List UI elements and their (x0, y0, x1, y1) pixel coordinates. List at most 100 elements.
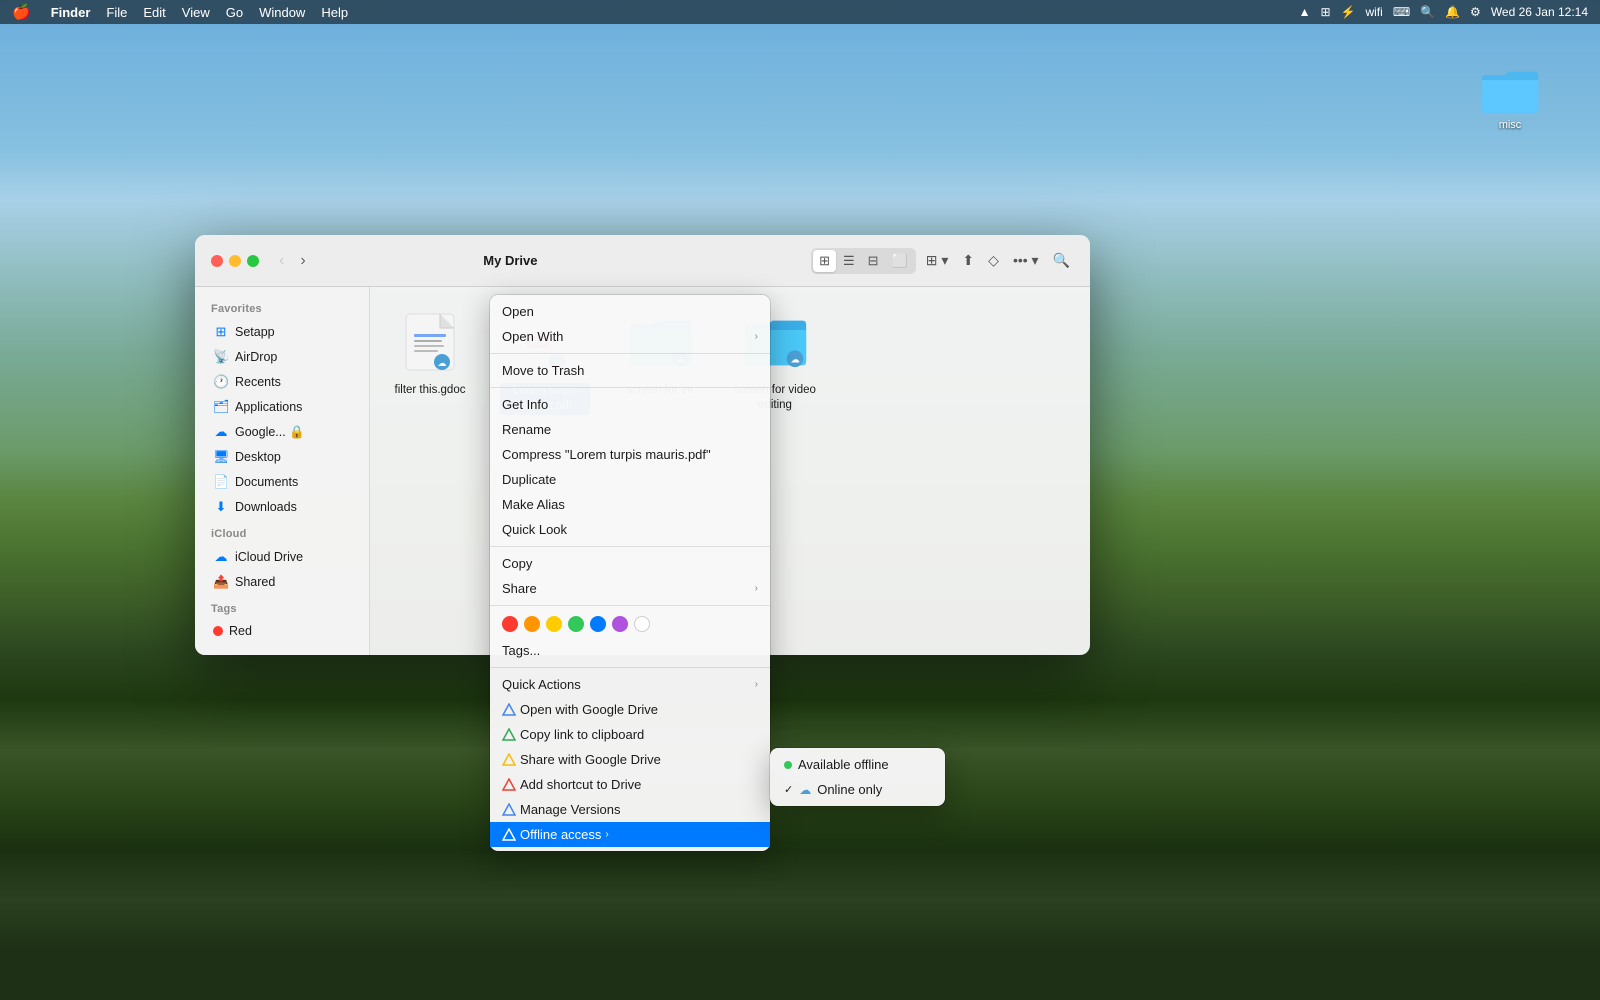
google-drive-sidebar-icon: ☁ (213, 424, 229, 440)
tag-purple[interactable] (612, 616, 628, 632)
desktop-folder-misc[interactable]: misc (1480, 65, 1540, 131)
sidebar-section-icloud: iCloud (195, 520, 369, 544)
tag-green[interactable] (568, 616, 584, 632)
ctx-color-tags (490, 610, 770, 638)
ctx-manage-versions-label: Manage Versions (520, 802, 620, 817)
menubar: 🍎 Finder File Edit View Go Window Help ▲… (0, 0, 1600, 24)
menubar-edit[interactable]: Edit (143, 5, 165, 20)
sidebar-item-setapp[interactable]: ⊞ Setapp (201, 320, 363, 344)
tag-orange[interactable] (524, 616, 540, 632)
gdrive-icon-offline (502, 828, 516, 842)
sidebar-item-downloads[interactable]: ⬇ Downloads (201, 495, 363, 519)
ctx-move-trash-label: Move to Trash (502, 363, 758, 378)
tag-none[interactable] (634, 616, 650, 632)
menubar-cmd-icon: ⊞ (1320, 5, 1330, 19)
online-only-check: ✓ (784, 783, 793, 796)
tag-blue[interactable] (590, 616, 606, 632)
ctx-open-gdrive-label: Open with Google Drive (520, 702, 658, 717)
ctx-get-info[interactable]: Get Info (490, 392, 770, 417)
gdoc-filename: filter this.gdoc (395, 383, 466, 398)
sidebar-item-documents[interactable]: 📄 Documents (201, 470, 363, 494)
ctx-sep-1 (490, 353, 770, 354)
sidebar-item-recents[interactable]: 🕐 Recents (201, 370, 363, 394)
sidebar-section-favorites: Favorites (195, 295, 369, 319)
ctx-move-trash[interactable]: Move to Trash (490, 358, 770, 383)
ctx-share-gdrive[interactable]: Share with Google Drive (490, 747, 770, 772)
view-icon-btn[interactable]: ⊞ (813, 250, 836, 272)
ctx-duplicate[interactable]: Duplicate (490, 467, 770, 492)
menubar-go[interactable]: Go (226, 5, 243, 20)
gdoc-file-icon: ☁ (404, 312, 456, 372)
ctx-sep-3 (490, 546, 770, 547)
forward-button[interactable]: › (296, 251, 309, 271)
ctx-duplicate-label: Duplicate (502, 472, 758, 487)
offline-online-only[interactable]: ✓ ☁ Online only (770, 777, 945, 802)
ctx-rename[interactable]: Rename (490, 417, 770, 442)
desktop-folder-label: misc (1499, 119, 1522, 131)
ctx-make-alias[interactable]: Make Alias (490, 492, 770, 517)
menubar-control-center[interactable]: ⚙ (1470, 5, 1481, 19)
ctx-open-label: Open (502, 304, 758, 319)
tag-button[interactable]: ◇ (984, 248, 1003, 273)
ctx-share-gdrive-label: Share with Google Drive (520, 752, 661, 767)
ctx-offline-access[interactable]: Offline access › (490, 822, 770, 847)
more-button[interactable]: ••• ▾ (1009, 248, 1043, 273)
search-button[interactable]: 🔍 (1049, 248, 1074, 273)
view-gallery-btn[interactable]: ⬜ (886, 250, 914, 272)
sidebar-item-desktop[interactable]: 🖥 Desktop (201, 445, 363, 469)
finder-sidebar: Favorites ⊞ Setapp 📡 AirDrop 🕐 Recents 🗂… (195, 287, 370, 655)
share-button[interactable]: ⬆ (958, 248, 978, 273)
apple-menu[interactable]: 🍎 (12, 3, 31, 21)
ctx-sep-2 (490, 387, 770, 388)
maximize-button[interactable] (247, 255, 259, 267)
sidebar-item-applications[interactable]: 🗂 Applications (201, 395, 363, 419)
sidebar-label-icloud-drive: iCloud Drive (235, 550, 303, 564)
sort-button[interactable]: ⊞ ▾ (922, 248, 953, 273)
sidebar-item-red-tag[interactable]: Red (201, 620, 363, 642)
menubar-notification-icon[interactable]: 🔔 (1445, 5, 1460, 19)
ctx-quick-actions[interactable]: Quick Actions › (490, 672, 770, 697)
ctx-share[interactable]: Share › (490, 576, 770, 601)
online-only-cloud-icon: ☁ (799, 783, 811, 797)
ctx-open-gdrive[interactable]: Open with Google Drive (490, 697, 770, 722)
sidebar-item-shared[interactable]: 📤 Shared (201, 570, 363, 594)
view-column-btn[interactable]: ⊟ (862, 250, 885, 272)
back-button[interactable]: ‹ (275, 251, 288, 271)
ctx-quick-look[interactable]: Quick Look (490, 517, 770, 542)
ctx-copy-link[interactable]: Copy link to clipboard (490, 722, 770, 747)
finder-toolbar: ‹ › My Drive ⊞ ☰ ⊟ ⬜ ⊞ ▾ ⬆ ◇ ••• ▾ 🔍 (195, 235, 1090, 287)
tag-red[interactable] (502, 616, 518, 632)
menubar-search-icon[interactable]: 🔍 (1420, 5, 1435, 19)
menubar-help[interactable]: Help (321, 5, 348, 20)
ctx-compress[interactable]: Compress "Lorem turpis mauris.pdf" (490, 442, 770, 467)
tag-yellow[interactable] (546, 616, 562, 632)
sidebar-item-icloud-drive[interactable]: ☁ iCloud Drive (201, 545, 363, 569)
offline-available[interactable]: Available offline (770, 752, 945, 777)
menubar-dropbox-icon: ▲ (1299, 5, 1311, 19)
file-item-gdoc[interactable]: ☁ filter this.gdoc (390, 307, 470, 398)
downloads-icon: ⬇ (213, 499, 229, 515)
sidebar-item-google-drive[interactable]: ☁ Google... 🔒 (201, 420, 363, 444)
menubar-app-name[interactable]: Finder (51, 5, 91, 20)
sidebar-item-airdrop[interactable]: 📡 AirDrop (201, 345, 363, 369)
ctx-copy[interactable]: Copy (490, 551, 770, 576)
svg-text:☁: ☁ (438, 358, 447, 368)
menubar-window[interactable]: Window (259, 5, 305, 20)
ctx-get-info-label: Get Info (502, 397, 758, 412)
menubar-view[interactable]: View (182, 5, 210, 20)
view-list-btn[interactable]: ☰ (837, 250, 861, 272)
ctx-open[interactable]: Open (490, 299, 770, 324)
ctx-add-shortcut[interactable]: Add shortcut to Drive (490, 772, 770, 797)
menubar-battery-icon: ⚡ (1341, 5, 1356, 19)
ctx-sep-5 (490, 667, 770, 668)
ctx-manage-versions[interactable]: Manage Versions (490, 797, 770, 822)
ctx-offline-chevron: › (605, 829, 608, 840)
ctx-share-label: Share (502, 581, 755, 596)
minimize-button[interactable] (229, 255, 241, 267)
close-button[interactable] (211, 255, 223, 267)
desktop-icon-sidebar: 🖥 (213, 449, 229, 465)
ctx-tags[interactable]: Tags... (490, 638, 770, 663)
menubar-file[interactable]: File (106, 5, 127, 20)
menubar-left: 🍎 Finder File Edit View Go Window Help (12, 3, 348, 21)
ctx-open-with[interactable]: Open With › (490, 324, 770, 349)
